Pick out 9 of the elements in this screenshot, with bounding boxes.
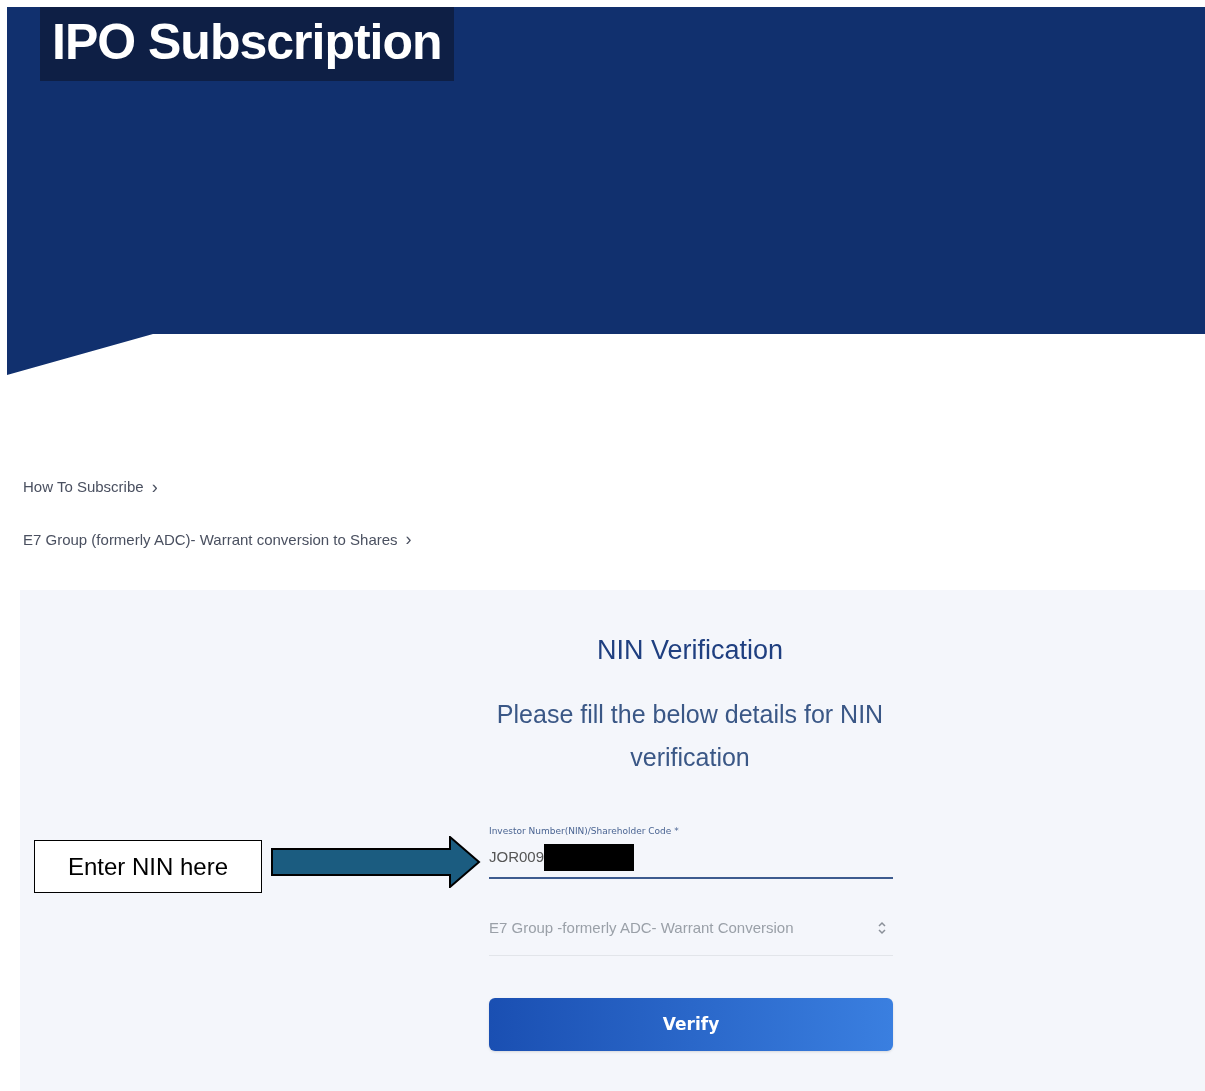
up-down-chevron-icon	[877, 920, 887, 936]
page-title: IPO Subscription	[40, 7, 454, 81]
callout-box: Enter NIN here	[34, 840, 262, 893]
verify-button[interactable]: Verify	[489, 998, 893, 1051]
breadcrumb-link[interactable]: E7 Group (formerly ADC)- Warrant conversion to Shares ›	[23, 528, 412, 551]
instructions-text: Please fill the below details for NIN verification	[495, 698, 885, 773]
form-heading: NIN Verification	[596, 634, 784, 667]
nin-input-field[interactable]: Investor Number(NIN)/Shareholder Code * JOR009	[489, 824, 893, 879]
breadcrumb-link[interactable]: How To Subscribe ›	[23, 476, 412, 499]
